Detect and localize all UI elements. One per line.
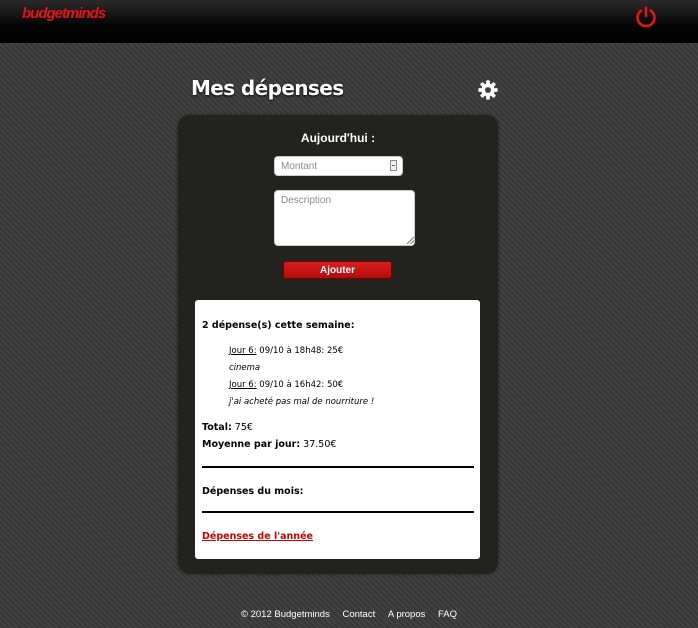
- page-title: Mes dépenses: [191, 76, 344, 100]
- divider: [202, 466, 474, 468]
- expense-day-link[interactable]: Jour 6:: [229, 346, 257, 356]
- gear-icon[interactable]: [477, 79, 499, 101]
- month-heading: Dépenses du mois:: [202, 486, 304, 497]
- resize-grip-icon[interactable]: [407, 237, 414, 244]
- footer-link-contact[interactable]: Contact: [342, 609, 375, 620]
- expense-note: cinema: [229, 363, 261, 373]
- summary-card: 2 dépense(s) cette semaine: Jour 6: 09/1…: [195, 300, 480, 559]
- add-button[interactable]: Ajouter: [283, 261, 392, 279]
- footer-link-faq[interactable]: FAQ: [438, 609, 457, 620]
- year-expenses-link[interactable]: Dépenses de l'année: [202, 531, 313, 542]
- amount-input[interactable]: [274, 156, 403, 176]
- copyright: © 2012 Budgetminds: [240, 609, 330, 620]
- expense-day-link[interactable]: Jour 6:: [229, 380, 257, 390]
- top-bar: budgetminds: [0, 0, 698, 43]
- average-label: Moyenne par jour:: [202, 439, 301, 450]
- expense-note: j'ai acheté pas mal de nourriture !: [229, 397, 375, 407]
- power-icon[interactable]: [634, 5, 658, 29]
- list-item: Jour 6: 09/10 à 18h48: 25€: [229, 346, 343, 356]
- divider: [202, 511, 474, 513]
- week-heading: 2 dépense(s) cette semaine:: [202, 320, 355, 331]
- description-field[interactable]: [274, 190, 415, 246]
- total-value: 75€: [231, 422, 253, 433]
- list-item: Jour 6: 09/10 à 16h42: 50€: [229, 380, 343, 390]
- average-value: 37.50€: [300, 439, 337, 450]
- logo[interactable]: budgetminds: [22, 5, 106, 22]
- footer-link-about[interactable]: A propos: [388, 609, 426, 620]
- expense-detail: 09/10 à 18h48: 25€: [256, 346, 344, 356]
- expense-detail: 09/10 à 16h42: 50€: [256, 380, 344, 390]
- average-row: Moyenne par jour: 37.50€: [202, 439, 336, 450]
- total-row: Total: 75€: [202, 422, 253, 433]
- footer: © 2012 Budgetminds Contact A propos FAQ: [0, 609, 698, 620]
- expense-panel: Aujourd'hui : Ajouter 2 dépense(s) cette…: [178, 115, 498, 574]
- today-label: Aujourd'hui :: [300, 131, 376, 145]
- total-label: Total:: [202, 422, 232, 433]
- amount-stepper[interactable]: [390, 160, 397, 171]
